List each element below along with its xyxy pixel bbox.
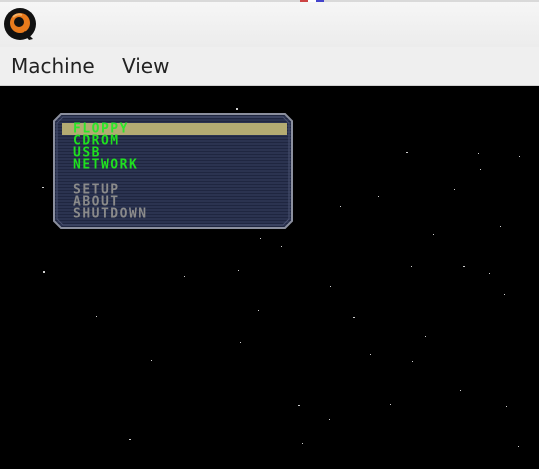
window-titlebar <box>0 0 539 48</box>
vm-display[interactable]: FLOPPY CDROM USB NETWORK SETUP ABOUT SHU… <box>0 86 539 469</box>
menu-view[interactable]: View <box>122 55 169 77</box>
boot-option-shutdown[interactable]: SHUTDOWN <box>73 207 148 221</box>
titlebar-accent-mark <box>300 0 324 2</box>
titlebar-accent <box>0 0 539 2</box>
menu-machine[interactable]: Machine <box>11 55 95 77</box>
boot-menu-panel: FLOPPY CDROM USB NETWORK SETUP ABOUT SHU… <box>53 113 293 229</box>
menubar: Machine View <box>0 47 539 86</box>
qemu-icon[interactable] <box>3 7 37 41</box>
boot-option-network[interactable]: NETWORK <box>73 158 138 172</box>
boot-menu-list: FLOPPY CDROM USB NETWORK SETUP ABOUT SHU… <box>53 113 293 229</box>
